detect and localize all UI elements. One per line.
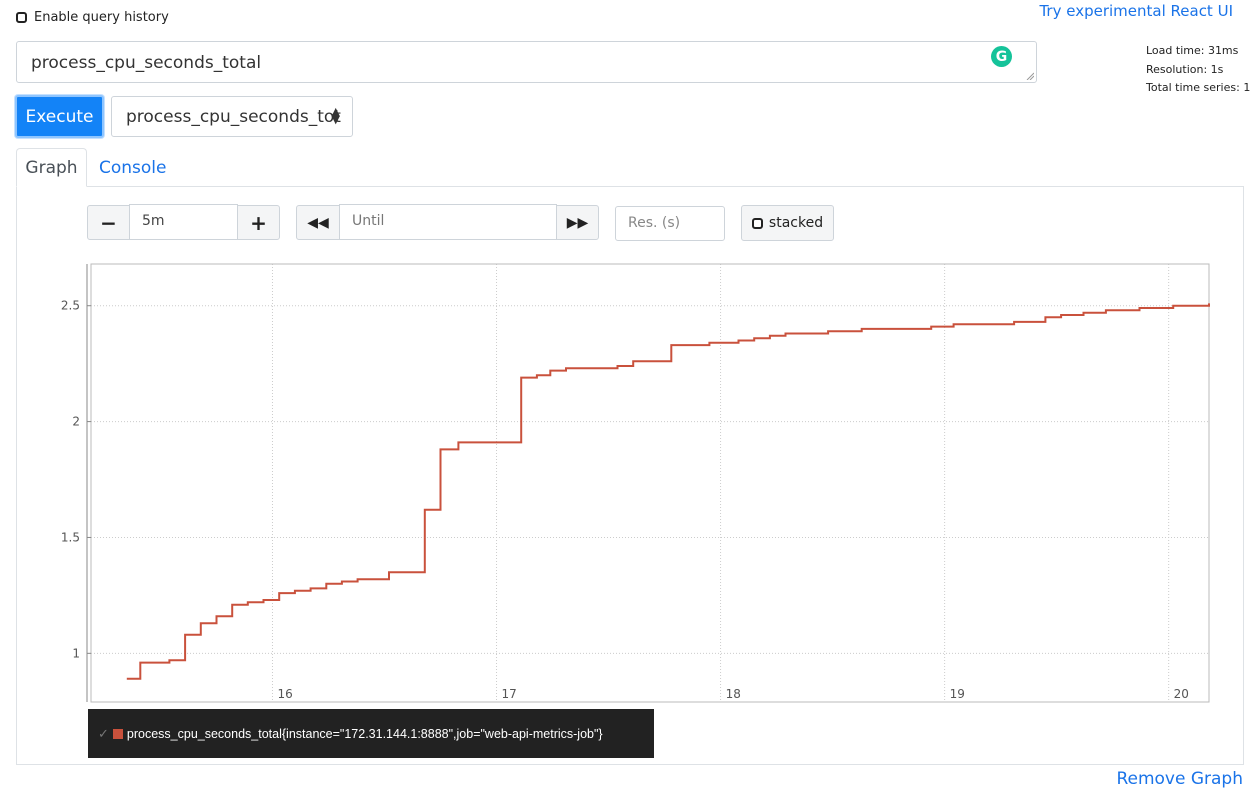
metric-select[interactable]: process_cpu_seconds_tot ▲ ▼ [111,96,353,137]
tab-console[interactable]: Console [99,158,167,178]
legend-check-icon[interactable]: ✓ [98,726,109,742]
grammarly-icon[interactable]: G [991,46,1012,67]
metric-select-value: process_cpu_seconds_tot [126,107,341,127]
decrease-range-button[interactable]: − [87,205,130,240]
remove-graph-link[interactable]: Remove Graph [1116,769,1243,789]
increase-range-button[interactable]: + [237,205,280,240]
range-input[interactable]: 5m [129,204,238,240]
query-history-toggle[interactable]: Enable query history [16,10,169,25]
fast-forward-icon: ▶▶ [566,214,589,231]
rewind-icon: ◀◀ [307,214,329,231]
query-history-checkbox[interactable] [16,12,27,23]
expression-input[interactable]: process_cpu_seconds_total G [16,41,1037,83]
stacked-checkbox[interactable] [751,217,763,229]
stacked-label: stacked [768,215,824,231]
resize-handle-icon[interactable] [1026,72,1034,80]
expression-text: process_cpu_seconds_total [31,53,262,73]
query-stats: Load time: 31ms Resolution: 1s Total tim… [1146,42,1250,98]
step-back-button[interactable]: ◀◀ [296,205,340,240]
select-arrows-icon: ▲ ▼ [331,105,340,126]
until-input[interactable]: Until [339,204,557,240]
legend-swatch [112,728,123,739]
chart-legend: ✓ process_cpu_seconds_total{instance="17… [88,709,654,758]
resolution-stat: Resolution: 1s [1146,62,1224,76]
total-series-stat: Total time series: 1 [1146,81,1251,94]
react-ui-link[interactable]: Try experimental React UI [1039,2,1233,20]
tab-graph[interactable]: Graph [16,148,87,187]
step-forward-button[interactable]: ▶▶ [556,205,599,240]
query-history-label: Enable query history [34,10,169,25]
resolution-input[interactable]: Res. (s) [615,206,725,241]
load-time-stat: Load time: 31ms [1146,44,1239,57]
legend-series-label[interactable]: process_cpu_seconds_total{instance="172.… [127,727,603,741]
stacked-toggle-button[interactable]: stacked [741,205,834,241]
graph-panel [16,186,1244,765]
execute-button[interactable]: Execute [15,95,104,138]
